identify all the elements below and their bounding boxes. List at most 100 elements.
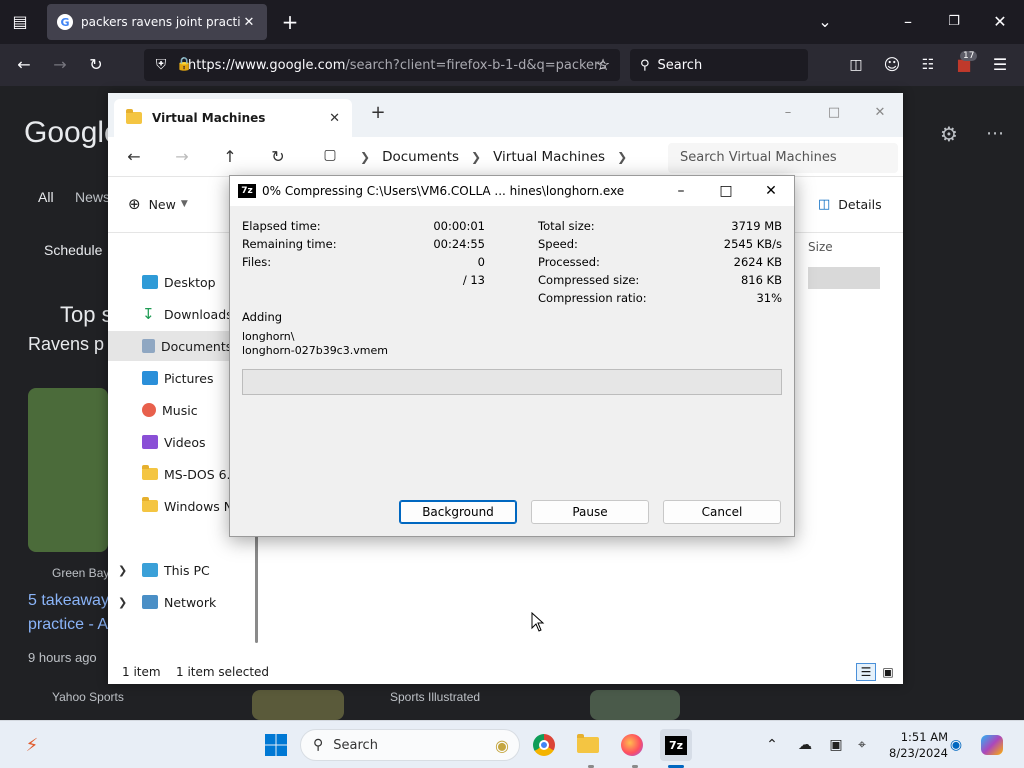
chevron-right-icon[interactable]: ❯	[118, 564, 127, 577]
close-tab-icon[interactable]: ✕	[329, 111, 340, 126]
start-button[interactable]	[260, 729, 292, 761]
size-column-header[interactable]: Size	[808, 240, 888, 254]
sidebar-item-videos[interactable]: Videos	[108, 427, 248, 457]
explorer-search-input[interactable]: Search Virtual Machines	[668, 143, 898, 173]
sidebar-item-downloads[interactable]: ↧ Downloads	[108, 299, 248, 329]
explorer-title-bar: Virtual Machines ✕ + – □ ✕	[108, 93, 903, 137]
url-path: /search?client=firefox-b-1-d&q=packers	[345, 57, 607, 73]
story-thumbnail-2[interactable]	[252, 690, 344, 720]
maximize-icon[interactable]: □	[703, 176, 749, 206]
sidebar-item-network[interactable]: ❯ Network	[108, 587, 248, 617]
google-tab-all[interactable]: All	[38, 189, 54, 205]
url-bar[interactable]: ⛨ 🔒 https://www.google.com/search?client…	[144, 49, 620, 81]
close-window-icon[interactable]: ✕	[860, 99, 900, 127]
minimize-icon[interactable]: –	[898, 12, 918, 32]
explorer-tab[interactable]: Virtual Machines ✕	[114, 99, 352, 137]
google-tab-news[interactable]: News	[75, 189, 110, 205]
details-view-icon[interactable]: ☰	[856, 663, 876, 681]
chevron-down-icon: ▼	[180, 199, 188, 209]
close-window-icon[interactable]: ✕	[990, 12, 1010, 32]
this-pc-icon[interactable]: ▢	[318, 147, 342, 163]
taskbar-search-box[interactable]: ⚲ Search ◉	[300, 729, 520, 761]
weather-widget-icon[interactable]: ⚡	[16, 729, 48, 761]
pocket-icon[interactable]: ◫	[846, 55, 866, 75]
new-button[interactable]: ⊕ New ▼	[128, 195, 188, 213]
copilot-icon[interactable]	[976, 729, 1008, 761]
sidebar-item-documents[interactable]: Documents	[108, 331, 248, 361]
documents-icon	[142, 339, 155, 353]
search-icon: ⚲	[313, 737, 324, 753]
file-row-selected[interactable]	[808, 267, 880, 289]
browser-tab-active[interactable]: G packers ravens joint practice - Google…	[47, 4, 267, 40]
minimize-icon[interactable]: –	[658, 176, 704, 206]
back-icon[interactable]: ←	[14, 55, 34, 75]
tab-list-icon[interactable]: ▤	[10, 12, 30, 32]
shield-icon[interactable]: ⛨	[152, 55, 170, 75]
network-status-icon[interactable]: ⌖	[852, 735, 872, 755]
seven-zip-icon: 7z	[238, 184, 256, 198]
lock-icon[interactable]: 🔒	[176, 55, 192, 75]
pause-button[interactable]: Pause	[531, 500, 649, 524]
system-clock[interactable]: 1:51 AM 8/23/2024	[880, 729, 948, 761]
bookmark-star-icon[interactable]: ☆	[593, 55, 613, 75]
seven-zip-taskbar-icon[interactable]: 7z	[660, 729, 692, 761]
google-chip-schedule[interactable]: Schedule	[44, 242, 102, 258]
breadcrumb-virtual-machines[interactable]: Virtual Machines	[493, 149, 605, 165]
breadcrumb-separator-icon: ❯	[360, 150, 371, 164]
forward-icon[interactable]: →	[50, 55, 70, 75]
new-tab-icon[interactable]: +	[358, 99, 398, 127]
refresh-icon[interactable]: ↻	[266, 147, 290, 166]
yahoo-source: Yahoo Sports	[52, 690, 124, 704]
new-tab-icon[interactable]: +	[280, 12, 300, 32]
firefox-icon[interactable]	[616, 729, 648, 761]
display-icon[interactable]: ▣	[826, 735, 846, 755]
story-time: 9 hours ago	[28, 650, 97, 665]
cancel-button[interactable]: Cancel	[663, 500, 781, 524]
details-pane-icon: ◫	[818, 197, 831, 212]
breadcrumb[interactable]: ❯ Documents ❯ Virtual Machines ❯	[348, 143, 693, 171]
sidebar-item-pictures[interactable]: Pictures	[108, 363, 248, 393]
back-icon[interactable]: ←	[122, 147, 146, 166]
story-headline-a[interactable]: 5 takeaway	[28, 592, 109, 610]
sidebar-item-label: This PC	[164, 562, 210, 578]
file-explorer-taskbar-icon[interactable]	[572, 729, 604, 761]
story-headline-b[interactable]: practice - A	[28, 616, 108, 634]
restore-icon[interactable]: ❐	[944, 12, 964, 32]
forward-icon[interactable]: →	[170, 147, 194, 166]
reload-icon[interactable]: ↻	[86, 55, 106, 75]
sidebar-item-this-pc[interactable]: ❯ This PC	[108, 555, 248, 585]
settings-gear-icon[interactable]: ⚙	[938, 124, 960, 144]
chevron-right-icon[interactable]: ❯	[118, 596, 127, 609]
browser-search-box[interactable]: ⚲ Search	[630, 49, 808, 81]
extensions-icon[interactable]: ☷	[918, 55, 938, 75]
notification-bell-icon[interactable]: ◉	[946, 735, 966, 755]
tiles-view-icon[interactable]: ▣	[878, 663, 898, 681]
background-button[interactable]: Background	[399, 500, 517, 524]
breadcrumb-documents[interactable]: Documents	[382, 149, 459, 165]
list-all-tabs-icon[interactable]: ⌄	[815, 12, 835, 32]
menu-icon[interactable]: ☰	[990, 55, 1010, 75]
close-tab-icon[interactable]: ✕	[241, 15, 257, 30]
close-window-icon[interactable]: ✕	[748, 176, 794, 206]
sidebar-item-desktop[interactable]: Desktop	[108, 267, 248, 297]
chevron-up-icon[interactable]: ⌃	[762, 735, 782, 755]
compressed-size-value: 816 KB	[740, 273, 782, 287]
maximize-icon[interactable]: □	[814, 99, 854, 127]
ravens-heading: Ravens p	[28, 334, 105, 354]
sidebar-item-windows-nt[interactable]: Windows NT	[108, 491, 248, 521]
story-thumbnail-3[interactable]	[590, 690, 680, 720]
cloud-offline-icon[interactable]: ☁	[795, 735, 815, 755]
details-button[interactable]: ◫ Details	[818, 197, 882, 212]
minimize-icon[interactable]: –	[768, 99, 808, 127]
compression-progress-bar	[242, 369, 782, 395]
clock-time: 1:51 AM	[900, 730, 948, 744]
sidebar-item-ms-dos[interactable]: MS-DOS 6.22	[108, 459, 248, 489]
seven-zip-taskbar-label: 7z	[664, 735, 688, 755]
windows-logo-icon	[265, 734, 287, 756]
story-thumbnail[interactable]	[28, 388, 108, 552]
chrome-icon[interactable]	[528, 729, 560, 761]
sidebar-item-music[interactable]: Music	[108, 395, 248, 425]
apps-grid-icon[interactable]: ⋯	[984, 124, 1006, 144]
up-icon[interactable]: ↑	[218, 147, 242, 166]
account-icon[interactable]: ☺	[882, 55, 902, 75]
